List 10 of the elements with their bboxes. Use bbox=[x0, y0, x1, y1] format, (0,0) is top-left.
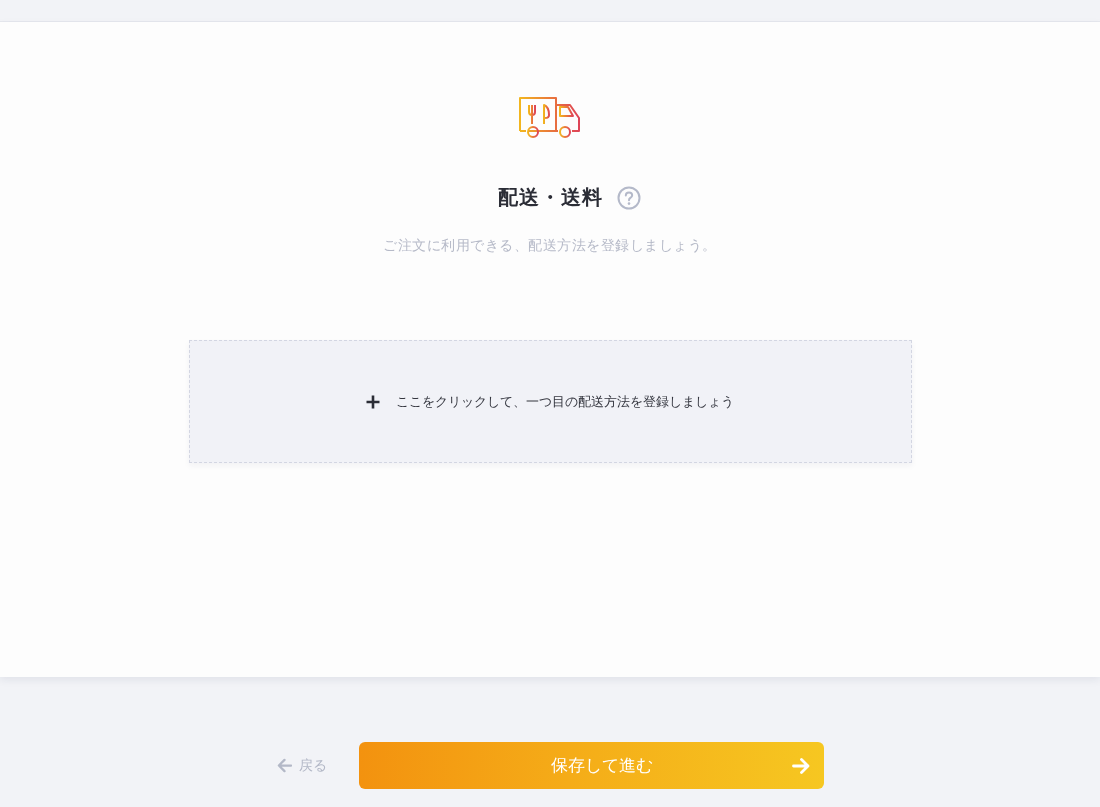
back-link[interactable]: 戻る bbox=[276, 742, 327, 789]
food-truck-icon bbox=[519, 97, 581, 139]
page-title: 配送・送料 bbox=[497, 184, 603, 211]
save-and-continue-button[interactable]: 保存して進む bbox=[358, 742, 824, 789]
plus-icon bbox=[366, 394, 380, 409]
help-icon[interactable] bbox=[616, 185, 641, 210]
right-arrow-icon bbox=[791, 756, 810, 775]
left-arrow-icon bbox=[276, 758, 292, 773]
add-shipping-method-button[interactable]: ここをクリックして、一つ目の配送方法を登録しましょう bbox=[188, 340, 912, 463]
page-description: ご注文に利用できる、配送方法を登録しましょう。 bbox=[383, 237, 717, 255]
